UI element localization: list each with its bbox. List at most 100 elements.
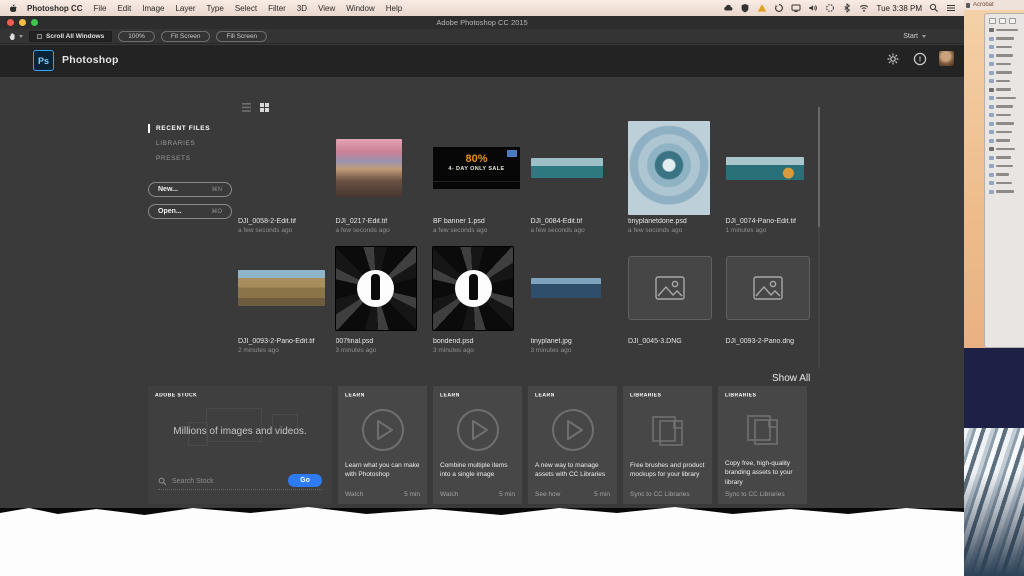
recent-file-item[interactable]: bondend.psd3 minutes ago [433, 241, 521, 359]
card-label: LEARN [440, 393, 504, 398]
notification-center-icon[interactable] [946, 3, 956, 13]
card-footer: Watch5 min [345, 491, 420, 498]
recent-file-item[interactable]: DJI_0074-Pano-Edit.tif1 minutes ago [726, 121, 814, 239]
card-action-link[interactable]: Sync to CC Libraries [630, 491, 690, 498]
recent-file-item[interactable]: tinyplanetdone.psd a few seconds ago [628, 121, 716, 239]
menu-item-type[interactable]: Type [206, 4, 223, 13]
sidebar-item-recent-files[interactable]: RECENT FILES [148, 125, 210, 132]
card-description: Free brushes and product mockups for you… [630, 461, 705, 487]
show-all-link[interactable]: Show All [772, 373, 810, 384]
mail-folder-icon [989, 105, 994, 109]
menu-item-filter[interactable]: Filter [268, 4, 286, 13]
recent-file-item[interactable]: DJI_0093-2-Pano-Edit.tif2 minutes ago [238, 241, 326, 359]
hand-tool-icon[interactable] [8, 32, 23, 41]
file-name: bondend.psd [433, 338, 521, 345]
adobe-stock-card[interactable]: ADOBE STOCK Millions of images and video… [148, 386, 332, 504]
wifi-icon[interactable] [859, 3, 869, 13]
card-action-link[interactable]: Sync to CC Libraries [725, 491, 785, 498]
file-thumbnail-zone [238, 121, 326, 215]
play-icon [440, 399, 515, 461]
list-view-icon[interactable] [242, 103, 251, 112]
start-workspace: RECENT FILES LIBRARIES PRESETS New... ⌘N O… [0, 77, 964, 508]
options-button-100-[interactable]: 100% [118, 31, 155, 42]
mail-row-text-bar [996, 29, 1018, 32]
promo-card-libraries[interactable]: LIBRARIESFree brushes and product mockup… [623, 386, 712, 504]
card-duration: 5 min [499, 491, 515, 498]
window-titlebar[interactable]: Adobe Photoshop CC 2015 [0, 16, 964, 29]
promo-card-learn[interactable]: LEARNLearn what you can make with Photos… [338, 386, 427, 504]
secondary-menu-bar: Acrobat [964, 0, 1024, 10]
sidebar-item-presets[interactable]: PRESETS [148, 155, 210, 162]
help-icon[interactable]: ! [912, 51, 927, 66]
recent-file-item[interactable]: tinyplanet.jpg3 minutes ago [531, 241, 619, 359]
circle-icon[interactable] [825, 3, 835, 13]
mail-row-text-bar [996, 114, 1011, 117]
file-thumbnail-zone [336, 241, 424, 335]
mail-row-text-bar [996, 190, 1014, 193]
card-action-link[interactable]: Watch [345, 491, 363, 498]
menu-item-3d[interactable]: 3D [297, 4, 307, 13]
display-icon[interactable] [791, 3, 801, 13]
options-button-fit-screen[interactable]: Fit Screen [161, 31, 211, 42]
app-name: Photoshop [62, 54, 119, 66]
menu-item-window[interactable]: Window [346, 4, 374, 13]
go-button[interactable]: Go [288, 474, 322, 487]
cloud-icon[interactable] [723, 3, 733, 13]
scrollbar-thumb[interactable] [818, 107, 820, 227]
file-name: DJI_0217-Edit.tif [336, 218, 424, 225]
recent-file-item[interactable]: DJI_0093-2-Pano.dng [726, 241, 814, 359]
file-timestamp: a few seconds ago [628, 227, 716, 234]
recent-file-item[interactable]: DJI_0058-2-Edit.tifa few seconds ago [238, 121, 326, 239]
menu-photoshop-cc[interactable]: Photoshop CC [27, 4, 83, 13]
shield-icon[interactable] [740, 3, 750, 13]
apple-menu-icon[interactable] [8, 3, 18, 13]
mail-list-row [989, 96, 1022, 100]
scroll-all-windows-checkbox[interactable]: Scroll All Windows [29, 31, 112, 42]
menu-item-layer[interactable]: Layer [175, 4, 195, 13]
promo-card-libraries[interactable]: LIBRARIESCopy free, high-quality brandin… [718, 386, 807, 504]
menu-item-help[interactable]: Help [386, 4, 402, 13]
card-footer: Sync to CC Libraries [630, 491, 705, 498]
sync-icon[interactable] [774, 3, 784, 13]
card-action-link[interactable]: Watch [440, 491, 458, 498]
secondary-display: Acrobat [964, 0, 1024, 576]
mail-list-row [989, 45, 1022, 49]
recent-file-item[interactable]: DJI_0045-3.DNG [628, 241, 716, 359]
recent-file-item[interactable]: DJI_0217-Edit.tifa few seconds ago [336, 121, 424, 239]
workspace-caret [922, 35, 926, 38]
recent-file-item[interactable]: 80%4- DAY ONLY SALEBF banner 1.psda few … [433, 121, 521, 239]
mail-row-text-bar [996, 63, 1011, 66]
menu-item-select[interactable]: Select [235, 4, 257, 13]
file-name: tinyplanetdone.psd [628, 218, 716, 225]
recent-file-item[interactable]: 007final.psd3 minutes ago [336, 241, 424, 359]
workspace-switcher[interactable]: Start [903, 33, 926, 40]
mail-list-row [989, 28, 1022, 32]
file-timestamp: 1 minutes ago [726, 227, 814, 234]
grid-view-icon[interactable] [260, 103, 269, 112]
menu-item-image[interactable]: Image [142, 4, 164, 13]
file-thumbnail-placeholder [726, 256, 810, 320]
wallpaper-sky [964, 348, 1024, 428]
card-action-link[interactable]: See how [535, 491, 560, 498]
mail-list-row [989, 105, 1022, 109]
settings-gear-icon[interactable] [885, 51, 900, 66]
recent-file-item[interactable]: DJI_0084-Edit.tifa few seconds ago [531, 121, 619, 239]
options-button-fill-screen[interactable]: Fill Screen [216, 31, 267, 42]
file-thumbnail-zone [433, 241, 521, 335]
bluetooth-icon[interactable] [842, 3, 852, 13]
menu-clock: Tue 3:38 PM [876, 4, 922, 13]
sidebar-item-libraries[interactable]: LIBRARIES [148, 140, 210, 147]
menu-item-view[interactable]: View [318, 4, 335, 13]
user-avatar[interactable] [939, 51, 954, 66]
new-file-button[interactable]: New... ⌘N [148, 182, 232, 197]
promo-card-learn[interactable]: LEARNA new way to manage assets with CC … [528, 386, 617, 504]
menu-item-file[interactable]: File [94, 4, 107, 13]
promo-card-learn[interactable]: LEARNCombine multiple items into a singl… [433, 386, 522, 504]
menu-item-edit[interactable]: Edit [117, 4, 131, 13]
warning-icon[interactable] [757, 3, 767, 13]
volume-icon[interactable] [808, 3, 818, 13]
stock-search-field[interactable]: Search Stock Go [158, 474, 322, 490]
open-file-button[interactable]: Open... ⌘O [148, 204, 232, 219]
spotlight-icon[interactable] [929, 3, 939, 13]
file-name: 007final.psd [336, 338, 424, 345]
